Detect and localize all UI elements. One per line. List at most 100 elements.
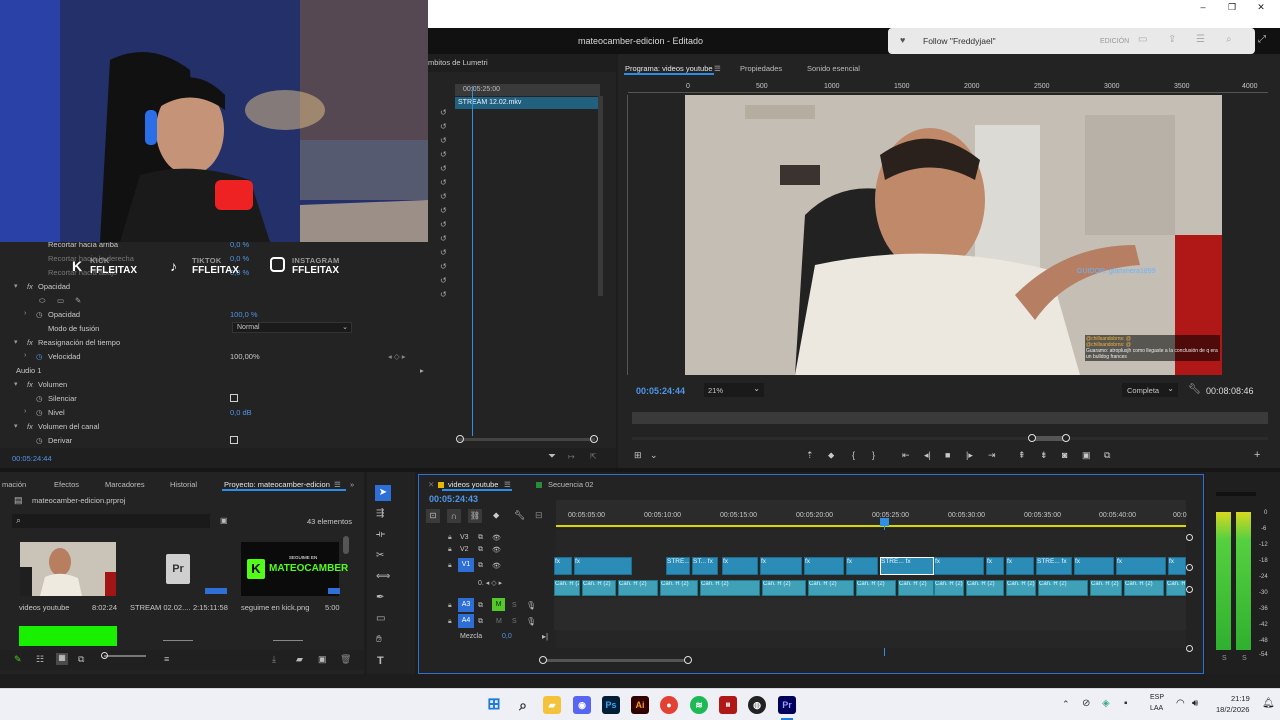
video-clip[interactable]: STRE... fx <box>880 557 934 575</box>
minimize-button[interactable]: – <box>1190 0 1216 16</box>
stopwatch-icon[interactable]: ◷ <box>36 408 43 417</box>
audio-clip[interactable]: Can. R (2) <box>660 580 698 596</box>
tab-properties[interactable]: Propiedades <box>740 64 782 73</box>
file-explorer-icon[interactable]: ▰ <box>543 696 561 714</box>
audio-clip[interactable]: Can. R (2) <box>762 580 806 596</box>
video-clip[interactable]: fx <box>986 557 1004 575</box>
meter-solo-left[interactable]: S <box>1222 655 1227 662</box>
chevron-right-icon[interactable]: › <box>24 352 26 359</box>
video-clip[interactable]: fx <box>722 557 758 575</box>
add-button-icon[interactable]: + <box>1254 449 1260 461</box>
snap-icon[interactable]: ∩ <box>447 509 461 523</box>
lift-icon[interactable]: ⇡ <box>806 450 814 461</box>
audio-clip[interactable]: Can. R (2) <box>700 580 760 596</box>
icon-view-icon[interactable]: ▦ <box>56 653 68 665</box>
program-timecode[interactable]: 00:05:24:44 <box>636 386 685 396</box>
audio-clip[interactable]: Can. R (2) <box>808 580 854 596</box>
go-to-out-icon[interactable]: ⇥ <box>988 450 996 461</box>
video-clip[interactable]: fx <box>760 557 802 575</box>
export-frame-icon[interactable]: ⇱ <box>590 452 597 461</box>
tab-program[interactable]: Programa: videos youtube <box>625 64 713 73</box>
chevron-right-icon[interactable]: › <box>24 408 26 415</box>
stopwatch-icon[interactable]: ◷ <box>36 394 43 403</box>
reset-icon[interactable]: ↺ <box>440 164 447 173</box>
mute-track-button[interactable]: M <box>492 598 505 611</box>
play-only-icon[interactable]: ↦ <box>568 452 575 461</box>
ec-row-remap-section[interactable]: ▾ fx Reasignación del tiempo <box>0 335 455 349</box>
track-select-icon[interactable]: ⇶ <box>376 508 384 519</box>
video-clip[interactable]: fx <box>574 557 632 575</box>
search-icon[interactable]: ⌕ <box>514 696 532 714</box>
app-icon[interactable]: ▤ <box>719 696 737 714</box>
video-clip[interactable]: fx <box>1116 557 1166 575</box>
filter-icon[interactable]: ⏷ <box>548 451 556 462</box>
timeline-timecode[interactable]: 00:05:24:43 <box>429 494 478 504</box>
tab-lumetri[interactable]: mbitos de Lumetri <box>428 58 488 67</box>
track-scroll-handle[interactable] <box>1186 645 1193 652</box>
mark-out-icon[interactable]: } <box>872 450 875 460</box>
audio-clip[interactable]: Can. R (2) <box>554 580 580 596</box>
sync-lock-icon[interactable]: ⧉ <box>478 618 483 626</box>
zoom-slider-handle[interactable] <box>101 652 108 659</box>
microphone-icon[interactable]: 🎙︎ <box>526 617 536 626</box>
zoom-slider[interactable] <box>104 655 146 657</box>
program-zoom-handle-left[interactable] <box>1028 434 1036 442</box>
freeform-view-icon[interactable]: ⧉ <box>78 654 84 665</box>
chevron-down-icon[interactable]: ▾ <box>14 422 18 430</box>
thumb-clip-partial[interactable] <box>163 640 193 646</box>
fullscreen-icon[interactable]: ⤢ <box>1258 34 1266 45</box>
lock-icon[interactable]: 🔒︎ <box>448 534 452 542</box>
thumb-clip-partial[interactable] <box>273 640 303 646</box>
audio-clip[interactable]: Can. R (2) <box>618 580 658 596</box>
premiere-file-icon[interactable]: Pr <box>166 554 190 584</box>
program-zoom-handle-right[interactable] <box>1062 434 1070 442</box>
chevron-right-icon[interactable]: › <box>24 310 26 317</box>
ec-timecode[interactable]: 00:05:24:44 <box>12 454 52 463</box>
photoshop-icon[interactable]: Ps <box>602 696 620 714</box>
tray-app-icon[interactable]: ◈ <box>1102 698 1110 709</box>
project-search-input[interactable]: ⌕ <box>12 514 210 528</box>
lift-out-icon[interactable]: ⇞ <box>1018 450 1026 461</box>
workspace-mode[interactable]: EDICIÓN <box>1100 38 1129 45</box>
sync-lock-icon[interactable]: ⧉ <box>478 602 483 610</box>
tab-menu-icon[interactable]: ☰ <box>334 480 341 489</box>
tab-markers[interactable]: Marcadores <box>105 480 145 489</box>
clock-date[interactable]: 18/2/2026 <box>1216 705 1249 714</box>
microphone-icon[interactable]: 🎙︎ <box>526 601 536 610</box>
tab-effects[interactable]: Efectos <box>54 480 79 489</box>
audio-clip[interactable]: Can. R (2) <box>1038 580 1088 596</box>
more-panels-icon[interactable]: » <box>350 480 354 489</box>
ec-zoom-handle-left[interactable] <box>456 435 464 443</box>
audio-clip[interactable]: Can. R (2) <box>856 580 896 596</box>
stop-icon[interactable]: ■ <box>945 450 950 460</box>
tab-project[interactable]: Proyecto: mateocamber-edicion <box>224 480 330 489</box>
sort-icon[interactable]: ≡ <box>164 654 169 664</box>
program-zoom-bar[interactable] <box>1031 436 1066 441</box>
track-a3-label[interactable]: A3 <box>458 598 474 612</box>
wrench-icon[interactable]: 🔧︎ <box>1188 384 1201 395</box>
audio-clip[interactable]: Can. R (2) <box>966 580 1004 596</box>
audio-clip[interactable]: Can. R (2) <box>1090 580 1122 596</box>
project-scrollbar[interactable] <box>343 536 349 554</box>
video-clip[interactable]: fx <box>1074 557 1114 575</box>
timeline-ruler[interactable]: 00:05:05:00 00:05:10:00 00:05:15:00 00:0… <box>556 500 1187 528</box>
sync-lock-icon[interactable]: ⧉ <box>478 562 483 570</box>
stopwatch-icon[interactable]: ◷ <box>36 310 43 319</box>
tab-sequence-02[interactable]: Secuencia 02 <box>548 480 593 489</box>
mute-track-button[interactable]: M <box>496 618 502 625</box>
thumb-videos-youtube[interactable] <box>20 542 116 596</box>
camera-icon[interactable]: ◙ <box>1062 450 1067 460</box>
track-a4-label[interactable]: A4 <box>458 614 474 628</box>
wifi-icon[interactable]: ◠ <box>1176 698 1185 709</box>
solo-track-button[interactable]: S <box>512 602 517 609</box>
reset-icon[interactable]: ↺ <box>440 108 447 117</box>
menu-icon[interactable]: ☰ <box>1196 34 1205 45</box>
tab-information[interactable]: mación <box>2 480 26 489</box>
program-scrubber[interactable] <box>632 412 1268 424</box>
chevron-down-icon[interactable]: ⌄ <box>650 450 658 461</box>
slip-tool-icon[interactable]: ⟺ <box>376 571 390 582</box>
eye-icon[interactable]: 👁︎ <box>492 546 501 554</box>
level-value[interactable]: 0,0 dB <box>230 408 252 417</box>
stopwatch-icon[interactable]: ◷ <box>36 436 43 445</box>
windows-start-icon[interactable]: ⊞ <box>485 696 503 714</box>
